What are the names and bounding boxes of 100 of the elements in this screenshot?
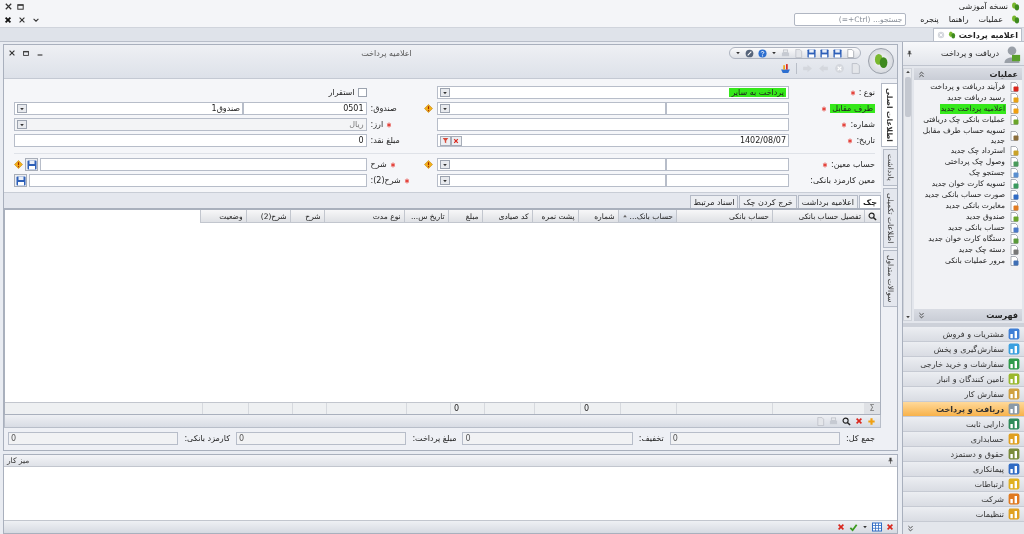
dropdown-field[interactable]: پرداخت به سایر <box>436 86 789 99</box>
code-field[interactable] <box>665 102 789 115</box>
field-label: تاریخ: <box>856 136 875 145</box>
total-cell: 0 <box>450 403 484 414</box>
close-icon[interactable] <box>4 1 13 11</box>
filter-button[interactable] <box>439 135 451 146</box>
module-button[interactable]: سفارشات و خرید خارجی <box>903 357 1024 372</box>
grid-icon[interactable] <box>872 522 882 532</box>
logo-button[interactable] <box>868 48 894 74</box>
delete-icon[interactable] <box>837 523 845 531</box>
field-value: پرداخت به سایر <box>729 88 786 97</box>
dropdown-field[interactable]: صندوق1 <box>14 102 244 115</box>
save-button[interactable] <box>25 158 38 171</box>
total-field: 0 <box>236 432 407 445</box>
module-button[interactable]: شرکت <box>903 492 1024 507</box>
code-field[interactable] <box>665 158 789 171</box>
module-button[interactable]: پیمانکاری <box>903 462 1024 477</box>
module-button[interactable]: حسابداری <box>903 432 1024 447</box>
menu-item[interactable]: راهنما <box>946 15 971 24</box>
tab[interactable]: اعلامیه برداشت <box>797 195 859 208</box>
close-icon[interactable] <box>4 15 12 24</box>
chevron-down-icon[interactable] <box>862 524 868 530</box>
dropdown-button[interactable] <box>439 160 450 169</box>
pin-icon[interactable] <box>887 457 894 464</box>
save-icon <box>26 159 37 170</box>
menu-item[interactable]: پنجره <box>918 15 941 24</box>
document-icon <box>1009 168 1019 178</box>
bar-chart-icon <box>1008 493 1020 505</box>
code-field[interactable] <box>665 174 789 187</box>
document-icon <box>1009 201 1019 211</box>
text-field[interactable]: 0 <box>14 134 367 147</box>
section-header[interactable]: عملیات <box>914 68 1022 80</box>
module-button[interactable]: سفارش کار <box>903 387 1024 402</box>
text-field[interactable] <box>29 174 367 187</box>
pin-icon[interactable] <box>906 50 913 57</box>
dropdown-button[interactable] <box>439 88 450 97</box>
save-icon[interactable] <box>807 48 816 58</box>
dropdown-button[interactable] <box>439 104 450 113</box>
search-icon[interactable] <box>868 211 877 221</box>
document-icon <box>1009 146 1019 156</box>
module-button[interactable]: حقوق و دستمزد <box>903 447 1024 462</box>
check-icon[interactable] <box>849 522 858 532</box>
field-label: صندوق: <box>370 104 397 113</box>
search-icon[interactable] <box>842 416 851 426</box>
field-label: ارز: <box>370 120 384 129</box>
field-label: معین کارمزد بانکی: <box>810 176 875 185</box>
close-icon[interactable] <box>8 49 16 57</box>
bar-chart-icon <box>1008 463 1020 475</box>
tab[interactable]: چک <box>859 195 881 208</box>
document-icon <box>1009 190 1019 200</box>
module-button[interactable]: ارتباطات <box>903 477 1024 492</box>
bar-chart-icon <box>1008 508 1020 520</box>
document-icon <box>1009 234 1019 244</box>
checkbox[interactable] <box>357 88 367 97</box>
chevron-down-icon[interactable] <box>771 50 777 56</box>
dropdown-button[interactable] <box>439 176 450 185</box>
document-icon <box>1009 256 1019 266</box>
sum-symbol: Σ <box>864 403 880 414</box>
globe-icon[interactable] <box>745 48 754 58</box>
module-button[interactable]: تنظیمات <box>903 507 1024 522</box>
chevron-down-icon[interactable] <box>735 50 741 56</box>
date-field[interactable]: 1402/08/07 <box>436 134 789 147</box>
document-icon <box>1009 157 1019 167</box>
section-header[interactable]: فهرست <box>914 309 1022 321</box>
document-icon <box>1009 115 1019 125</box>
dropdown-field[interactable] <box>436 102 666 115</box>
document-icon <box>1009 93 1019 103</box>
text-field[interactable] <box>436 118 789 131</box>
menu-item[interactable]: عملیات <box>976 15 1005 24</box>
clear-button[interactable] <box>450 135 462 146</box>
module-button[interactable]: تامین کنندگان و انبار <box>903 372 1024 387</box>
scrollbar[interactable] <box>903 68 912 321</box>
field-label: شماره: <box>850 120 875 129</box>
module-button[interactable]: دارایی ثابت <box>903 417 1024 432</box>
total-field: 0 <box>669 432 841 445</box>
save-icon[interactable] <box>833 48 842 58</box>
bar-chart-icon <box>1008 448 1020 460</box>
text-field[interactable] <box>40 158 367 171</box>
module-button[interactable]: مشتریات و فروش <box>903 327 1024 342</box>
save-button[interactable] <box>14 174 27 187</box>
document-tab[interactable]: اعلامیه پرداخت <box>932 28 1022 41</box>
restore-icon[interactable] <box>16 1 25 11</box>
tab[interactable]: خرج کردن چک <box>739 195 797 208</box>
dropdown-field[interactable] <box>436 174 666 187</box>
double-chevron-icon[interactable] <box>907 524 914 532</box>
module-button[interactable]: دریافت و پرداخت <box>903 402 1024 417</box>
dropdown-button[interactable] <box>17 104 27 113</box>
code-field[interactable]: 0501 <box>243 102 367 115</box>
close-icon[interactable] <box>18 15 26 24</box>
restore-icon[interactable] <box>22 49 30 57</box>
tab[interactable]: اسناد مرتبط <box>689 195 739 208</box>
save-icon[interactable] <box>820 48 829 58</box>
module-button[interactable]: سفارش‌گیری و پخش <box>903 342 1024 357</box>
dropdown-icon <box>19 105 25 112</box>
delete-icon[interactable] <box>855 417 863 425</box>
dropdown-field[interactable] <box>436 158 666 171</box>
help-icon[interactable] <box>758 48 767 58</box>
bar-chart-icon <box>1008 433 1020 445</box>
total-label: جمع کل: <box>846 434 875 443</box>
boat-icon[interactable] <box>780 63 791 74</box>
